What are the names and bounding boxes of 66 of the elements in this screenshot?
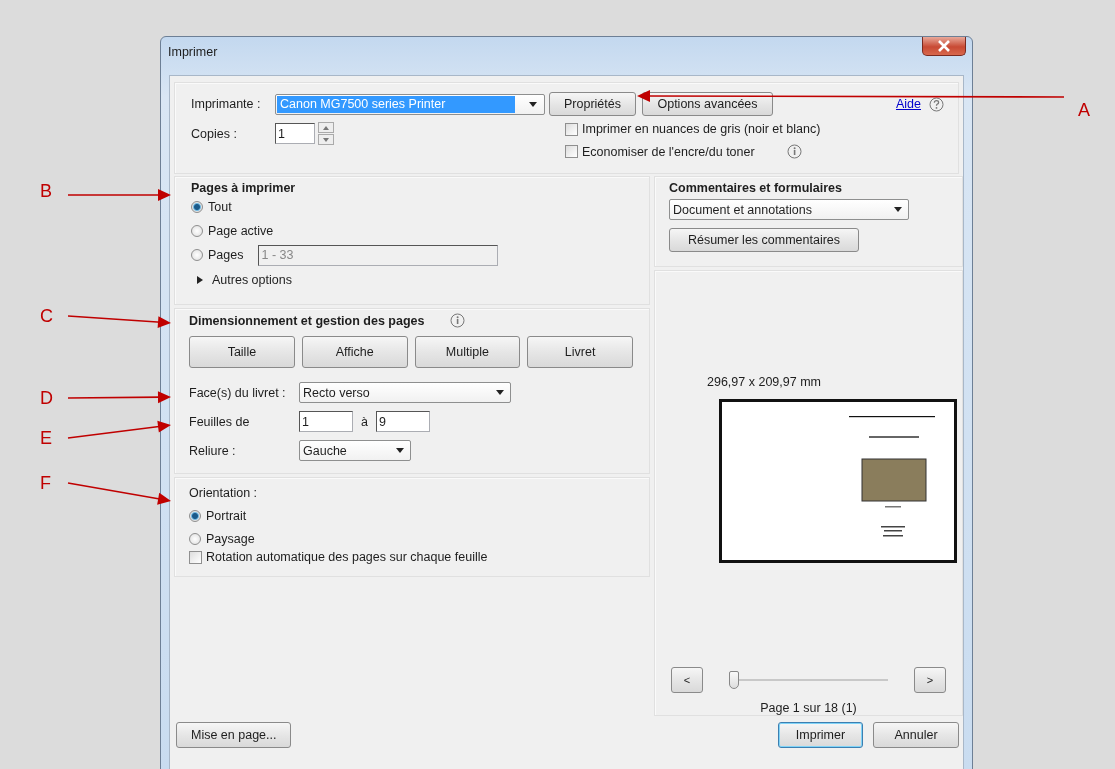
sheets-label: Feuilles de — [189, 414, 251, 429]
slider-thumb[interactable] — [729, 671, 740, 689]
checkbox[interactable] — [189, 550, 202, 564]
more-options-label[interactable]: Autres options — [212, 273, 292, 287]
binding-label: Reliure : — [189, 443, 237, 458]
comments-dropdown[interactable]: Document et annotations — [669, 199, 909, 220]
caret-icon — [529, 101, 537, 107]
radio-button[interactable] — [189, 532, 201, 545]
checkbox-label: Imprimer en nuances de gris (noir et blanc) — [582, 122, 821, 136]
print-button[interactable]: Imprimer — [778, 722, 863, 748]
properties-button[interactable]: Propriétés — [549, 92, 636, 116]
page-size-label: 296,97 x 209,97 mm — [707, 375, 822, 389]
help-link[interactable]: Aide — [895, 97, 921, 111]
cancel-button[interactable]: Annuler — [873, 722, 959, 748]
radio-label: Tout — [208, 200, 232, 214]
orientation-label: Orientation : — [189, 486, 259, 500]
radio-label: Portrait — [206, 508, 247, 523]
caret-icon — [496, 390, 504, 395]
sizing-mode-button[interactable]: Taille — [189, 336, 295, 368]
checkbox-label: Economiser de l'encre/du toner — [582, 144, 755, 159]
sizing-mode-button[interactable]: Multiple — [414, 336, 521, 368]
annotation-label: A — [1078, 100, 1090, 121]
section-title: Commentaires et formulaires — [669, 181, 842, 195]
radio-button[interactable] — [191, 225, 203, 237]
sheets-to-field[interactable]: 9 — [375, 411, 430, 432]
to-label: à — [361, 414, 368, 429]
close-button[interactable] — [922, 37, 966, 56]
checkbox[interactable] — [565, 145, 578, 158]
sizing-mode-button[interactable]: Affiche — [301, 336, 408, 368]
radio-label: Pages — [208, 248, 244, 262]
page-indicator: Page 1 sur 18 (1) — [760, 701, 857, 715]
summarize-comments-button[interactable]: Résumer les commentaires — [669, 228, 859, 252]
close-icon — [937, 40, 951, 52]
annotation-label: D — [40, 388, 53, 409]
caret-icon — [894, 207, 902, 212]
copies-field[interactable]: 1 — [275, 123, 315, 144]
radio-button[interactable] — [191, 201, 203, 213]
section-title: Pages à imprimer — [191, 181, 297, 195]
checkbox-label: Rotation automatique des pages sur chaque feuille — [206, 550, 488, 564]
radio-button[interactable] — [191, 249, 203, 261]
annotation-label: C — [40, 306, 53, 327]
advanced-options-button[interactable]: Options avancées — [642, 92, 773, 116]
annotation-label: E — [40, 428, 52, 449]
radio-label: Page active — [208, 224, 274, 238]
checkbox[interactable] — [565, 122, 578, 136]
section-title: Dimensionnement et gestion des pages — [189, 313, 425, 328]
triangle-right-icon[interactable] — [197, 276, 204, 284]
radio-button[interactable] — [189, 509, 201, 522]
help-icon — [929, 96, 944, 112]
caret-icon — [396, 448, 404, 453]
spinner-icon[interactable] — [318, 122, 334, 145]
annotation-label: B — [40, 181, 52, 202]
next-page-button[interactable]: > — [914, 667, 946, 693]
booklet-sides-dropdown[interactable]: Recto verso — [299, 382, 511, 403]
page-setup-button[interactable]: Mise en page... — [176, 722, 292, 748]
booklet-sides-label: Face(s) du livret : — [189, 385, 287, 400]
sheets-from-field[interactable]: 1 — [299, 411, 353, 432]
sizing-mode-button[interactable]: Livret — [527, 336, 633, 368]
previous-page-button[interactable]: < — [671, 667, 703, 693]
radio-label: Paysage — [206, 531, 255, 546]
binding-dropdown[interactable]: Gauche — [299, 440, 411, 461]
info-icon — [450, 313, 466, 328]
annotation-label: F — [40, 473, 51, 494]
printer-label: Imprimante : — [191, 97, 262, 111]
copies-label: Copies : — [191, 126, 238, 141]
window-title: Imprimer — [168, 45, 218, 59]
